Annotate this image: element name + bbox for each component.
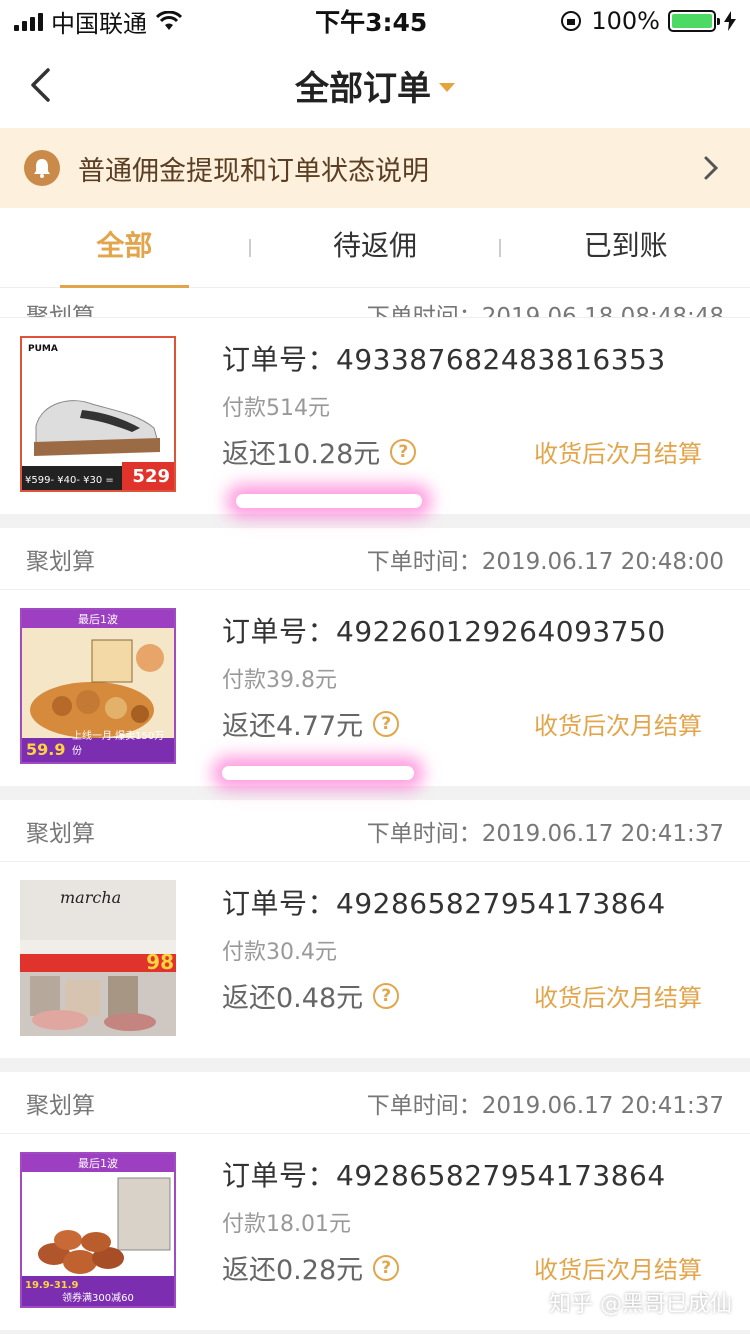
order-card-header: 聚划算 下单时间：2019.06.17 20:41:37 — [0, 800, 750, 862]
redaction-mark — [236, 494, 422, 508]
order-list: 聚划算 下单时间：2019.06.18 08:48:48 PUMA ¥599- … — [0, 288, 750, 1330]
order-card-body: PUMA ¥599- ¥40- ¥30 = 529 订单号：4933876824… — [0, 318, 750, 514]
order-card-body: 最后1波 59.9 上线一月 爆卖150万份 订单号：4922601292640… — [0, 590, 750, 786]
rebate-amount: 返还4.77元 — [222, 711, 364, 742]
settlement-status: 收货后次月结算 — [534, 440, 702, 468]
settlement-status: 收货后次月结算 — [534, 984, 702, 1012]
order-number: 订单号：492260129264093750 — [222, 615, 666, 648]
order-number: 订单号：493387682483816353 — [222, 343, 666, 376]
order-source-tag: 聚划算 — [26, 304, 95, 318]
bell-icon — [24, 150, 60, 186]
rebate-amount: 返还10.28元 — [222, 439, 381, 470]
chevron-right-icon — [696, 148, 726, 188]
order-card-header: 聚划算 下单时间：2019.06.17 20:41:37 — [0, 1072, 750, 1134]
promo-price: 59.9 — [26, 740, 66, 759]
back-button[interactable] — [28, 62, 68, 108]
product-thumbnail: 最后1波 59.9 上线一月 爆卖150万份 — [20, 608, 176, 764]
order-source-tag: 聚划算 — [26, 1092, 95, 1119]
carrier-label: 中国联通 — [51, 9, 147, 38]
product-thumbnail: 最后1波 19.9-31.9 领券满300减60 — [20, 1152, 176, 1308]
order-card[interactable]: 聚划算 下单时间：2019.06.18 08:48:48 PUMA ¥599- … — [0, 288, 750, 514]
promo-price: 529 — [132, 466, 170, 487]
order-time: 下单时间：2019.06.17 20:48:00 — [366, 548, 724, 575]
price-tags: ¥599- ¥40- ¥30 = — [25, 475, 114, 486]
payment-amount: 付款39.8元 — [222, 668, 337, 693]
settlement-status: 收货后次月结算 — [534, 712, 702, 740]
payment-amount: 付款30.4元 — [222, 940, 337, 965]
wifi-icon — [155, 11, 183, 30]
promo-footer: 上线一月 爆卖150万份 — [72, 731, 165, 757]
order-card-header: 聚划算 下单时间：2019.06.18 08:48:48 — [0, 288, 750, 318]
help-icon[interactable]: ? — [373, 710, 400, 737]
tab-received[interactable]: 已到账 — [501, 208, 750, 288]
page-title: 全部订单 — [295, 68, 431, 109]
settlement-status: 收货后次月结算 — [534, 1256, 702, 1284]
caret-down-icon — [439, 82, 455, 92]
payment-amount: 付款514元 — [222, 396, 330, 421]
clock: 下午3:45 — [315, 8, 428, 37]
promo-price: 98 — [146, 950, 174, 974]
signal-icon — [14, 11, 43, 31]
help-icon[interactable]: ? — [373, 1254, 400, 1281]
help-icon[interactable]: ? — [390, 438, 417, 465]
nav-bar: 全部订单 — [0, 42, 750, 128]
commission-notice-banner[interactable]: 普通佣金提现和订单状态说明 — [0, 128, 750, 208]
order-card[interactable]: 聚划算 下单时间：2019.06.17 20:48:00 最后1波 59.9 上 — [0, 528, 750, 786]
help-icon[interactable]: ? — [373, 982, 400, 1009]
zhihu-watermark: 知乎 @黑哥已成仙 — [549, 1292, 732, 1317]
product-thumbnail: marcha 98 — [20, 880, 176, 1036]
order-time: 下单时间：2019.06.18 08:48:48 — [366, 304, 724, 318]
battery-percent: 100% — [591, 7, 660, 35]
brand-logo: marcha — [60, 888, 122, 907]
notice-text: 普通佣金提现和订单状态说明 — [78, 155, 429, 187]
order-number: 订单号：492865827954173864 — [222, 1159, 666, 1192]
product-thumbnail: PUMA ¥599- ¥40- ¥30 = 529 — [20, 336, 176, 492]
tab-pending-commission[interactable]: 待返佣 — [251, 208, 500, 288]
rebate-amount: 返还0.48元 — [222, 983, 364, 1014]
rotation-lock-icon — [561, 11, 582, 31]
battery-icon — [668, 10, 720, 32]
order-source-tag: 聚划算 — [26, 820, 95, 847]
redaction-mark — [222, 766, 414, 780]
rebate-amount: 返还0.28元 — [222, 1255, 364, 1286]
order-time: 下单时间：2019.06.17 20:41:37 — [366, 1092, 724, 1119]
order-status-tabs: 全部 待返佣 已到账 — [0, 208, 750, 288]
tab-all[interactable]: 全部 — [0, 208, 249, 288]
chevron-left-icon — [31, 68, 50, 102]
order-filter-dropdown[interactable]: 全部订单 — [295, 61, 455, 110]
order-source-tag: 聚划算 — [26, 548, 95, 575]
order-number: 订单号：492865827954173864 — [222, 887, 666, 920]
order-card[interactable]: 聚划算 下单时间：2019.06.17 20:41:37 marcha 98 订… — [0, 800, 750, 1058]
payment-amount: 付款18.01元 — [222, 1212, 351, 1237]
status-bar: 中国联通 下午3:45 100% — [0, 0, 750, 42]
order-card-header: 聚划算 下单时间：2019.06.17 20:48:00 — [0, 528, 750, 590]
charging-icon — [724, 11, 736, 31]
order-card-body: marcha 98 订单号：492865827954173864 付款30.4元… — [0, 862, 750, 1058]
promo-footer: 领券满300减60 — [62, 1293, 134, 1304]
order-time: 下单时间：2019.06.17 20:41:37 — [366, 820, 724, 847]
